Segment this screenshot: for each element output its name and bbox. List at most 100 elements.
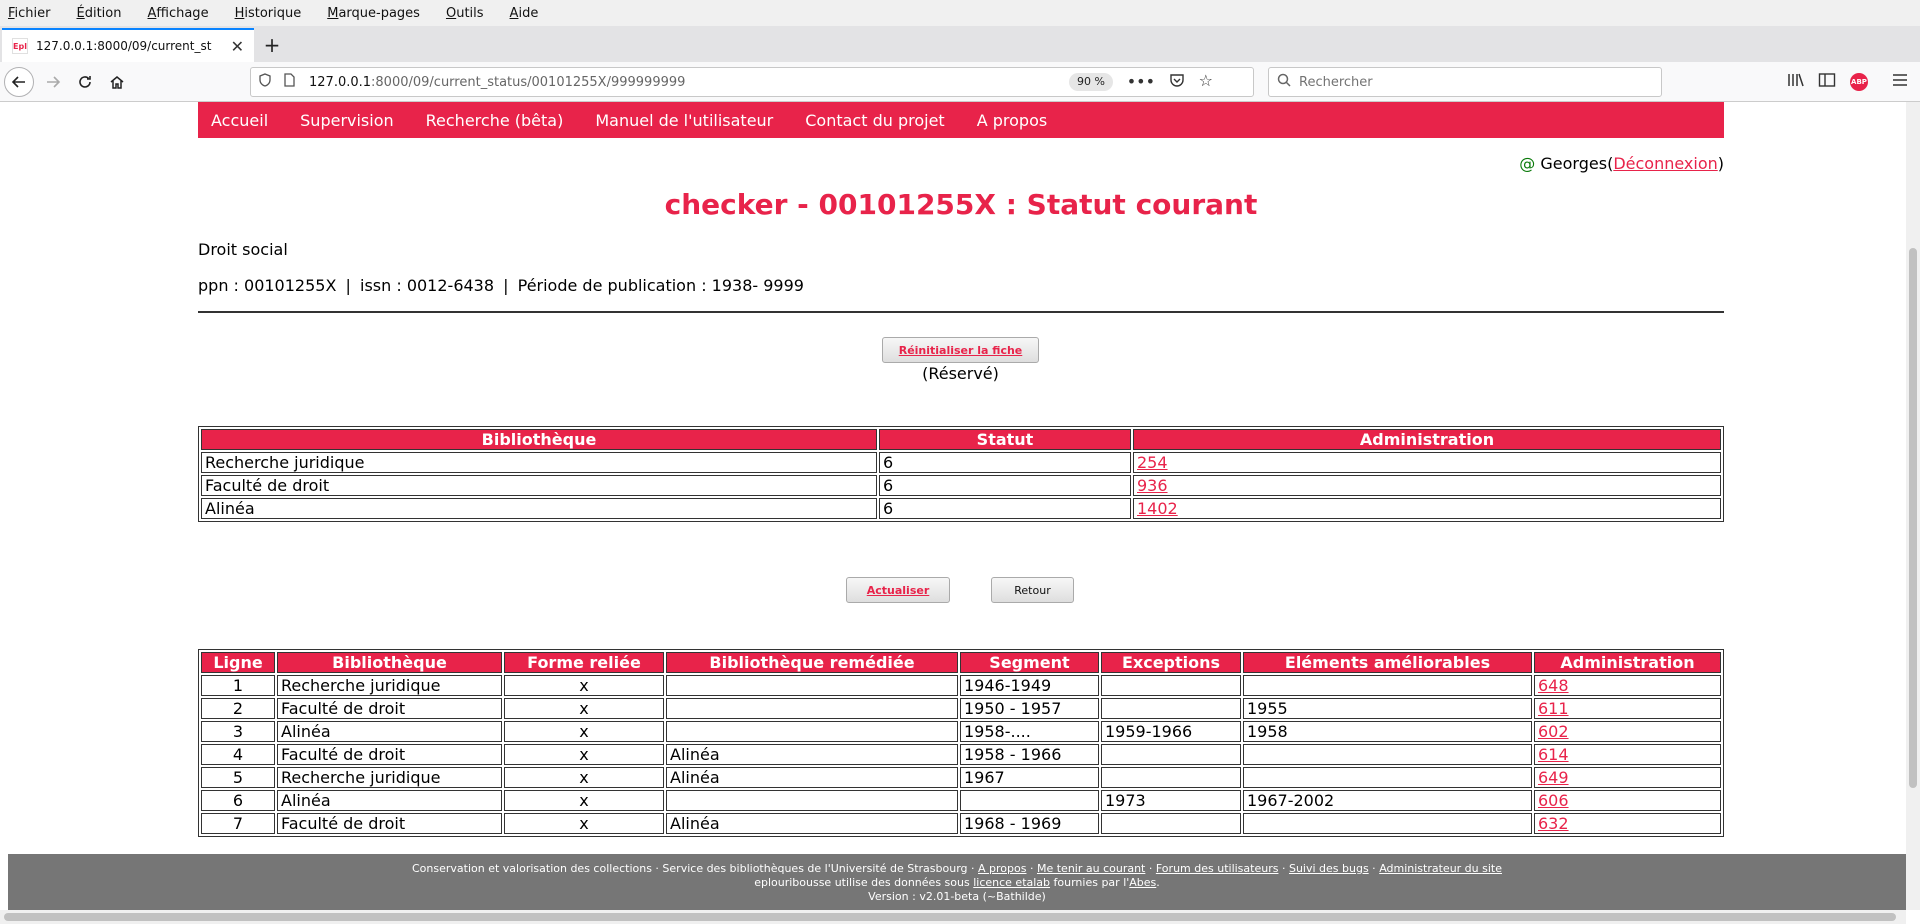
admin-link[interactable]: 632 <box>1538 814 1569 833</box>
tab-bar: Epl 127.0.0.1:8000/09/current_st ✕ + <box>0 26 1920 62</box>
menu-historique[interactable]: Historique <box>231 6 306 21</box>
forward-button[interactable] <box>38 68 68 96</box>
menu-marque-pages[interactable]: Marque-pages <box>323 6 424 21</box>
improvable-cell: 1958 <box>1243 721 1532 742</box>
nav-recherche[interactable]: Recherche (bêta) <box>426 111 564 130</box>
adblock-icon[interactable]: ABP <box>1850 73 1868 91</box>
improvable-cell <box>1243 813 1532 834</box>
more-actions-icon[interactable]: ••• <box>1127 72 1155 91</box>
url-bar[interactable]: 127.0.0.1:8000/09/current_status/0010125… <box>250 67 1254 97</box>
footer-link-bugs[interactable]: Suivi des bugs <box>1289 862 1369 875</box>
footer-text: eplouribousse utilise des données sous <box>754 876 974 889</box>
table-row: 6 Alinéa x 1973 1967-2002 606 <box>201 790 1721 811</box>
reload-button[interactable] <box>70 68 100 96</box>
admin-link[interactable]: 648 <box>1538 676 1569 695</box>
exceptions-cell: 1973 <box>1101 790 1241 811</box>
menu-fichier[interactable]: Fichier <box>4 6 55 21</box>
remedied-library-cell: Alinéa <box>666 767 958 788</box>
vertical-scrollbar[interactable] <box>1906 102 1920 910</box>
close-icon[interactable]: ✕ <box>231 37 244 56</box>
footer-link-admin[interactable]: Administrateur du site <box>1379 862 1502 875</box>
horizontal-scrollbar[interactable] <box>0 910 1906 924</box>
column-header: Segment <box>960 652 1099 673</box>
bookmark-star-icon[interactable]: ☆ <box>1199 71 1213 90</box>
back-page-button[interactable]: Retour <box>991 577 1074 603</box>
nav-manuel[interactable]: Manuel de l'utilisateur <box>595 111 773 130</box>
back-button[interactable] <box>4 67 34 97</box>
reload-icon <box>79 76 91 88</box>
nav-contact[interactable]: Contact du projet <box>805 111 944 130</box>
menu-edition[interactable]: Édition <box>73 6 126 21</box>
footer-text: . <box>1156 876 1160 889</box>
remedied-library-cell <box>666 790 958 811</box>
user-name: Georges <box>1540 154 1608 173</box>
bound-form-cell: x <box>504 698 664 719</box>
library-cell: Alinéa <box>277 790 502 811</box>
zoom-indicator[interactable]: 90 % <box>1069 73 1113 91</box>
remedied-library-cell <box>666 721 958 742</box>
admin-cell: 614 <box>1534 744 1721 765</box>
bound-form-cell: x <box>504 767 664 788</box>
search-bar[interactable] <box>1268 67 1662 97</box>
logout-link[interactable]: Déconnexion <box>1613 154 1717 173</box>
library-cell: Alinéa <box>277 721 502 742</box>
admin-link[interactable]: 936 <box>1137 476 1168 495</box>
table-row: Faculté de droit 6 936 <box>201 475 1721 496</box>
improvable-cell: 1967-2002 <box>1243 790 1532 811</box>
bound-form-cell: x <box>504 790 664 811</box>
footer-link-news[interactable]: Me tenir au courant <box>1037 862 1145 875</box>
scrollbar-thumb[interactable] <box>4 913 1896 921</box>
reset-button[interactable]: Réinitialiser la fiche <box>882 337 1039 363</box>
footer-link-forum[interactable]: Forum des utilisateurs <box>1156 862 1279 875</box>
search-input[interactable] <box>1299 74 1661 90</box>
footer-link-licence[interactable]: licence etalab <box>973 876 1050 889</box>
hamburger-menu-icon[interactable] <box>1892 72 1908 91</box>
sidebar-icon[interactable] <box>1818 72 1836 92</box>
improvable-cell <box>1243 675 1532 696</box>
table-row: 7 Faculté de droit x Alinéa 1968 - 1969 632 <box>201 813 1721 834</box>
admin-link[interactable]: 649 <box>1538 768 1569 787</box>
admin-link[interactable]: 614 <box>1538 745 1569 764</box>
footer-dot: · <box>1278 862 1289 875</box>
menu-outils[interactable]: Outils <box>442 6 488 21</box>
library-cell: Faculté de droit <box>277 744 502 765</box>
menu-aide[interactable]: Aide <box>506 6 543 21</box>
separator: | <box>345 276 351 295</box>
table-row: 3 Alinéa x 1958-.... 1959-1966 1958 602 <box>201 721 1721 742</box>
nav-supervision[interactable]: Supervision <box>300 111 394 130</box>
remedied-library-cell: Alinéa <box>666 744 958 765</box>
line-number-cell: 3 <box>201 721 275 742</box>
admin-link[interactable]: 1402 <box>1137 499 1178 518</box>
admin-link[interactable]: 254 <box>1137 453 1168 472</box>
menu-affichage[interactable]: Affichage <box>143 6 212 21</box>
segment-cell: 1950 - 1957 <box>960 698 1099 719</box>
exceptions-cell: 1959-1966 <box>1101 721 1241 742</box>
library-icon[interactable] <box>1787 72 1805 92</box>
table-row: 4 Faculté de droit x Alinéa 1958 - 1966 614 <box>201 744 1721 765</box>
nav-a-propos[interactable]: A propos <box>977 111 1047 130</box>
footer-link-about[interactable]: A propos <box>978 862 1026 875</box>
shield-icon[interactable] <box>259 73 275 91</box>
remedied-library-cell <box>666 698 958 719</box>
footer-link-abes[interactable]: Abes <box>1129 876 1156 889</box>
segment-cell: 1958 - 1966 <box>960 744 1099 765</box>
line-number-cell: 5 <box>201 767 275 788</box>
url-host: 127.0.0.1 <box>309 74 372 90</box>
footer: Conservation et valorisation des collect… <box>8 854 1906 912</box>
page-info-icon[interactable] <box>283 73 299 91</box>
admin-link[interactable]: 611 <box>1538 699 1569 718</box>
status-cell: 6 <box>879 452 1131 473</box>
admin-link[interactable]: 602 <box>1538 722 1569 741</box>
scrollbar-thumb[interactable] <box>1909 248 1917 788</box>
refresh-button[interactable]: Actualiser <box>846 577 950 603</box>
column-header: Administration <box>1534 652 1721 673</box>
home-button[interactable] <box>102 68 132 96</box>
active-tab[interactable]: Epl 127.0.0.1:8000/09/current_st ✕ <box>2 28 254 62</box>
admin-link[interactable]: 606 <box>1538 791 1569 810</box>
new-tab-button[interactable]: + <box>254 28 290 62</box>
issn-text: issn : 0012-6438 <box>360 276 495 295</box>
pocket-icon[interactable] <box>1169 72 1185 92</box>
exceptions-cell <box>1101 744 1241 765</box>
nav-accueil[interactable]: Accueil <box>211 111 268 130</box>
footer-dot: · <box>1145 862 1156 875</box>
